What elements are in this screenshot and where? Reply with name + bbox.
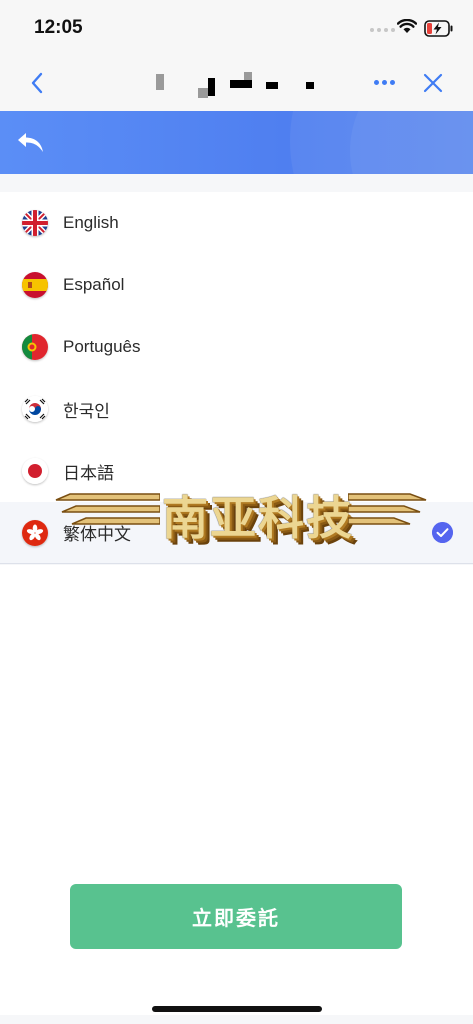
language-label: English: [63, 213, 119, 232]
language-item-english[interactable]: English: [0, 192, 473, 254]
spacer: [0, 174, 473, 192]
status-bar: 12:05: [0, 0, 473, 56]
battery-icon: [424, 20, 453, 37]
japan-flag-icon: [22, 458, 48, 484]
language-item-traditional-chinese[interactable]: 繁体中文: [0, 502, 473, 564]
hongkong-flag-icon: [22, 519, 48, 546]
language-item-japanese[interactable]: 日本語: [0, 440, 473, 502]
check-icon: [432, 522, 453, 543]
redacted-title: [150, 68, 330, 102]
uk-flag-icon: [22, 210, 48, 236]
commission-now-button[interactable]: 立即委託: [70, 884, 402, 949]
signal-icon: [370, 28, 395, 32]
language-item-spanish[interactable]: Español: [0, 254, 473, 316]
language-label: Español: [63, 275, 125, 294]
close-icon[interactable]: [423, 73, 443, 93]
back-chevron-icon[interactable]: [26, 70, 50, 96]
language-label: 繁体中文: [63, 525, 131, 544]
language-list: English Español Português 한국인 日本語 繁体中文: [0, 192, 473, 564]
language-item-korean[interactable]: 한국인: [0, 378, 473, 440]
language-label: Português: [63, 337, 141, 356]
more-icon[interactable]: [374, 80, 395, 85]
language-label: 日本語: [63, 463, 114, 483]
language-label: 한국인: [63, 401, 110, 421]
portugal-flag-icon: [22, 334, 48, 360]
wifi-icon: [397, 19, 417, 33]
status-time: 12:05: [34, 17, 83, 38]
header-banner: [0, 111, 473, 174]
home-indicator: [152, 1006, 322, 1012]
return-arrow-icon[interactable]: [16, 131, 46, 155]
language-item-portuguese[interactable]: Português: [0, 316, 473, 378]
spain-flag-icon: [22, 272, 48, 298]
korea-flag-icon: [22, 396, 48, 422]
nav-bar: [0, 56, 473, 111]
